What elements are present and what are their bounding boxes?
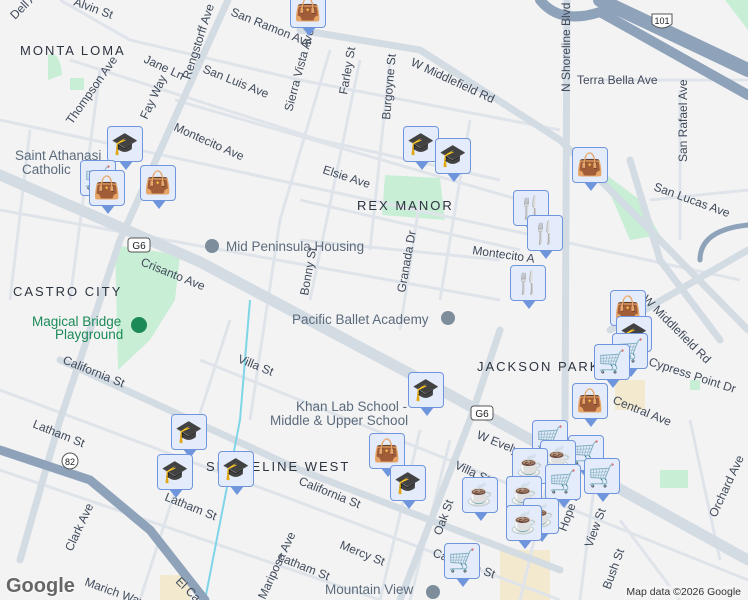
graduation-cap-icon: 🎓 — [407, 131, 435, 156]
coffee-marker[interactable]: ☕ — [506, 505, 542, 549]
svg-text:Khan Lab School -: Khan Lab School - — [296, 399, 407, 414]
svg-text:Elsie Ave: Elsie Ave — [321, 163, 372, 192]
fork-knife-icon: 🍴 — [531, 220, 559, 245]
svg-text:Fay Way: Fay Way — [137, 73, 170, 121]
route-shield-g6: G6 — [470, 405, 494, 421]
shopping-cart-marker[interactable]: 🛒 — [444, 543, 480, 587]
shopping-cart-marker[interactable]: 🛒 — [584, 458, 620, 502]
school-marker[interactable]: 🎓 — [403, 126, 439, 170]
svg-text:G6: G6 — [132, 241, 146, 252]
shopping-bag-icon: 👜 — [294, 0, 322, 22]
coffee-marker[interactable]: ☕ — [462, 477, 498, 521]
svg-text:Playground: Playground — [55, 327, 123, 342]
shopping-cart-icon: 🛒 — [448, 548, 476, 573]
poi-khan-lab-school[interactable]: Khan Lab School -Middle & Upper School — [270, 399, 408, 428]
school-marker[interactable]: 🎓 — [107, 126, 143, 170]
coffee-cup-icon: ☕ — [510, 510, 538, 535]
svg-text:W Middlefield Rd: W Middlefield Rd — [409, 55, 497, 106]
route-shield-82: 82 — [61, 452, 79, 470]
shopping-bag-marker[interactable]: 👜 — [89, 170, 125, 214]
shopping-cart-icon: 🛒 — [598, 349, 626, 374]
poi-pacific-ballet-academy[interactable]: Pacific Ballet Academy — [292, 311, 455, 327]
graduation-cap-icon: 🎓 — [439, 143, 467, 168]
shopping-cart-icon: 🛒 — [588, 463, 616, 488]
svg-text:Burgoyne St: Burgoyne St — [379, 53, 399, 121]
restaurant-marker[interactable]: 🍴 — [527, 215, 563, 259]
svg-text:Mercy St: Mercy St — [338, 538, 388, 569]
poi-mid-peninsula-housing[interactable]: Mid Peninsula Housing — [205, 239, 364, 254]
svg-text:Mountain View: Mountain View — [325, 582, 414, 597]
graduation-cap-icon: 🎓 — [412, 377, 440, 402]
school-marker[interactable]: 🎓 — [408, 372, 444, 416]
svg-text:View St: View St — [582, 506, 609, 549]
svg-text:Bush St: Bush St — [600, 546, 628, 591]
svg-text:Catholic: Catholic — [22, 162, 71, 177]
graduation-cap-icon: 🎓 — [111, 131, 139, 156]
route-shield-g6: G6 — [127, 237, 151, 253]
svg-text:San Rafael Ave: San Rafael Ave — [676, 79, 690, 162]
shopping-cart-marker[interactable]: 🛒 — [594, 344, 630, 388]
shopping-bag-marker[interactable]: 👜 — [140, 165, 176, 209]
svg-text:Mid Peninsula Housing: Mid Peninsula Housing — [226, 239, 364, 254]
shopping-bag-icon: 👜 — [576, 152, 604, 177]
graduation-cap-icon: 🎓 — [222, 456, 250, 481]
school-marker[interactable]: 🎓 — [435, 138, 471, 182]
svg-text:82: 82 — [65, 457, 75, 467]
shopping-bag-icon: 👜 — [144, 170, 172, 195]
shopping-bag-marker[interactable]: 👜 — [572, 383, 608, 427]
svg-text:Marich Way: Marich Way — [83, 575, 147, 600]
svg-text:101: 101 — [654, 16, 669, 26]
graduation-cap-icon: 🎓 — [175, 419, 203, 444]
svg-text:Montecito Ave: Montecito Ave — [172, 120, 247, 163]
graduation-cap-icon: 🎓 — [161, 459, 189, 484]
coffee-cup-icon: ☕ — [466, 482, 494, 507]
svg-text:Orchard Ave: Orchard Ave — [706, 453, 747, 519]
school-marker[interactable]: 🎓 — [218, 451, 254, 495]
shopping-cart-icon: 🛒 — [549, 469, 577, 494]
shopping-bag-marker[interactable]: 👜 — [290, 0, 326, 36]
svg-text:Middle & Upper School: Middle & Upper School — [270, 413, 408, 428]
svg-text:Terra Bella Ave: Terra Bella Ave — [577, 73, 658, 87]
shopping-bag-marker[interactable]: 👜 — [369, 433, 405, 477]
svg-text:Dell Av: Dell Av — [7, 0, 43, 22]
restaurant-marker[interactable]: 🍴 — [510, 265, 546, 309]
shopping-bag-icon: 👜 — [373, 438, 401, 463]
graduation-cap-icon: 🎓 — [394, 470, 422, 495]
svg-text:San Luis Ave: San Luis Ave — [201, 62, 271, 101]
poi-mountain-view-library[interactable]: Mountain View — [325, 582, 440, 599]
creek — [204, 299, 251, 600]
label-jackson-park: JACKSON PARK — [477, 359, 600, 374]
shopping-bag-icon: 👜 — [576, 388, 604, 413]
label-castro-city: CASTRO CITY — [13, 284, 122, 299]
shopping-bag-marker[interactable]: 👜 — [572, 147, 608, 191]
school-marker[interactable]: 🎓 — [157, 454, 193, 498]
shopping-bag-icon: 👜 — [93, 175, 121, 200]
map-attribution[interactable]: Map data ©2026 Google — [623, 586, 744, 598]
svg-text:Pacific Ballet Academy: Pacific Ballet Academy — [292, 312, 429, 327]
school-marker[interactable]: 🎓 — [390, 465, 426, 509]
google-logo: Google — [6, 575, 75, 597]
coffee-cup-icon: ☕ — [516, 453, 544, 478]
shopping-cart-marker[interactable]: 🛒 — [545, 464, 581, 508]
label-rex-manor: REX MANOR — [357, 198, 454, 213]
route-shield-101: 101 — [651, 13, 673, 29]
svg-text:Clark Ave: Clark Ave — [62, 501, 96, 554]
svg-text:N Shoreline Blvd: N Shoreline Blvd — [559, 3, 573, 92]
svg-text:G6: G6 — [475, 409, 489, 420]
school-marker[interactable]: 🎓 — [171, 414, 207, 458]
fork-knife-icon: 🍴 — [514, 270, 542, 295]
